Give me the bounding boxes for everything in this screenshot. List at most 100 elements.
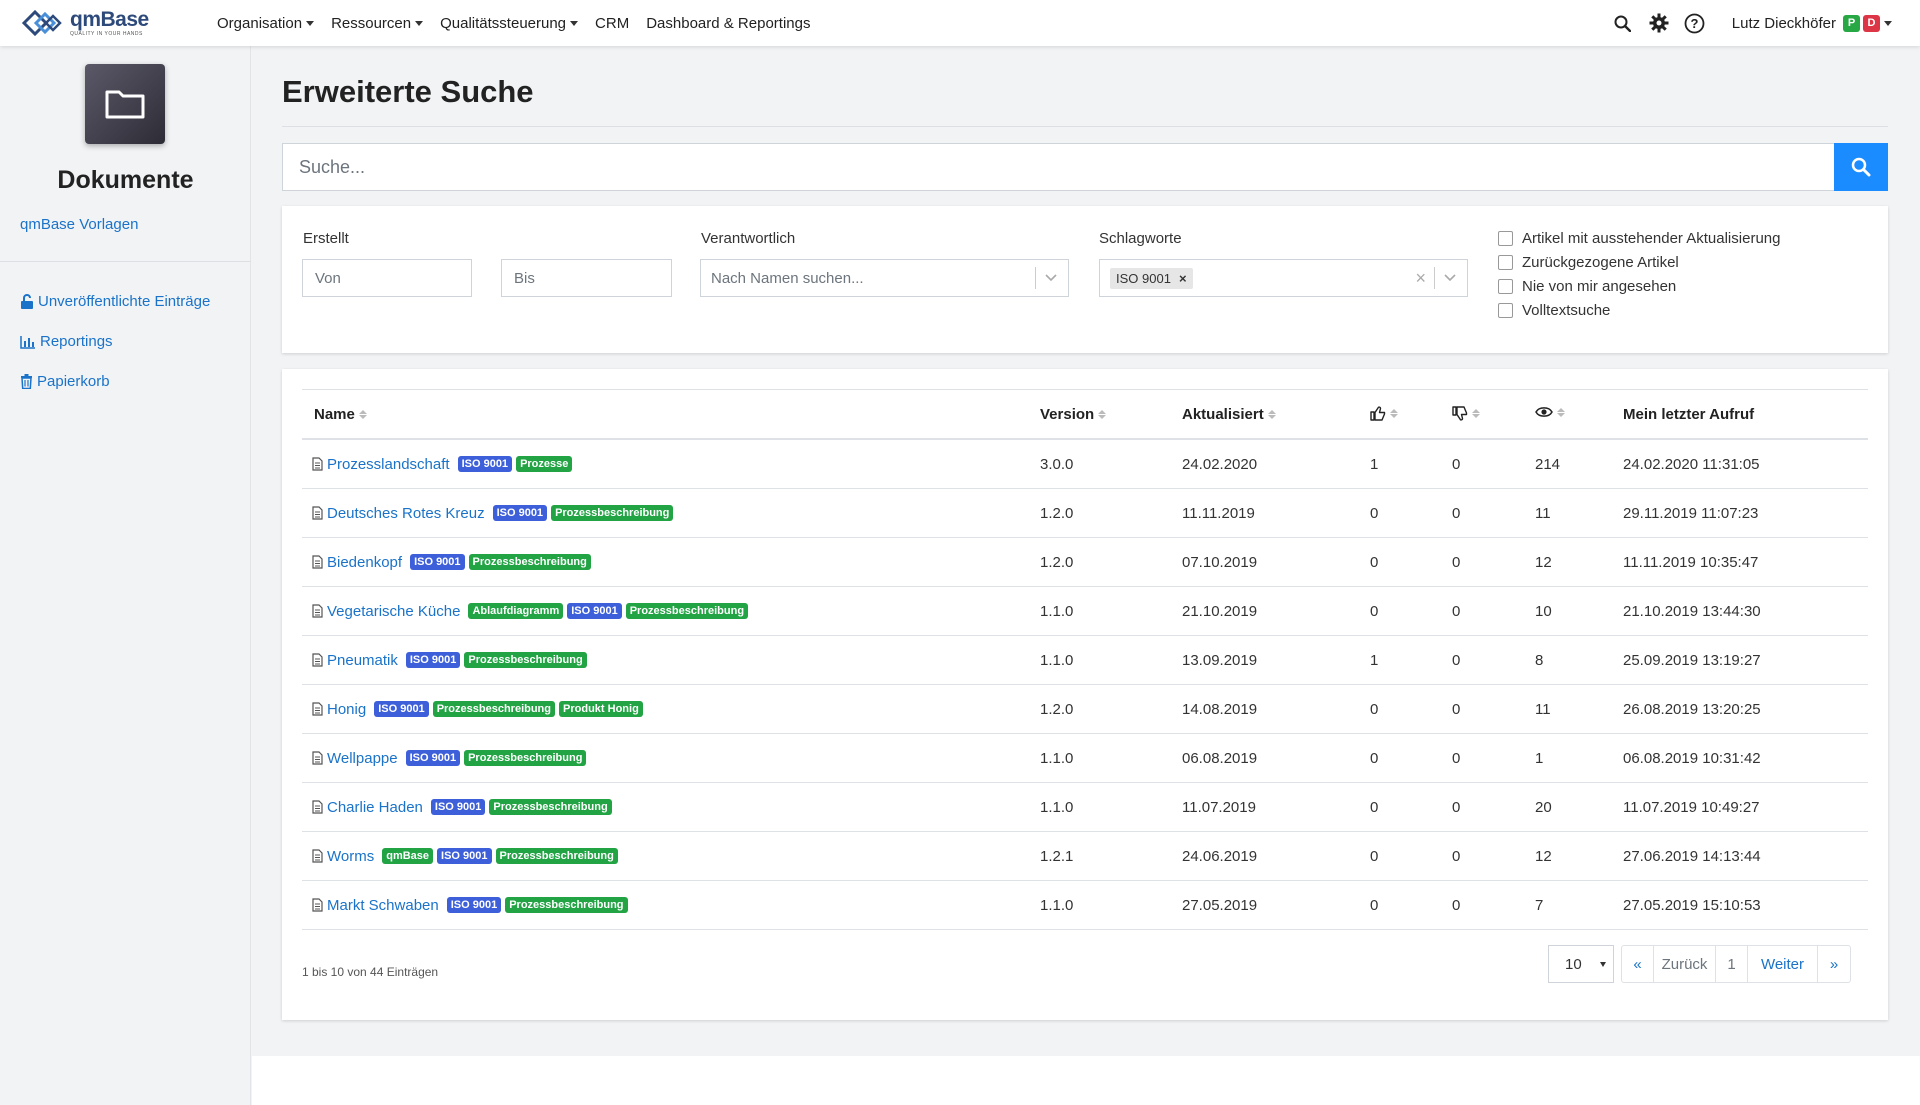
tag-badge[interactable]: Produkt Honig	[559, 701, 643, 717]
cell-version: 1.1.0	[1040, 651, 1074, 669]
tag-badge[interactable]: ISO 9001	[446, 897, 502, 913]
tag-badge[interactable]: ISO 9001	[430, 799, 486, 815]
tag-badge[interactable]: qmBase	[382, 848, 434, 864]
tag-badge[interactable]: Prozessbeschreibung	[551, 505, 674, 521]
tag-badge[interactable]: ISO 9001	[567, 603, 622, 619]
page-size-select[interactable]: 10	[1548, 945, 1614, 983]
table-row: Markt Schwaben ISO 9001 Prozessbeschreibun…	[302, 881, 1868, 930]
checkbox-never-viewed[interactable]: Nie von mir angesehen	[1498, 278, 1676, 295]
menu-ressourcen[interactable]: Ressourcen	[331, 15, 424, 32]
search-icon[interactable]	[1612, 12, 1634, 34]
cell-updated: 11.07.2019	[1182, 798, 1256, 816]
user-badge-p: P	[1843, 14, 1860, 32]
checkbox[interactable]	[1498, 255, 1513, 270]
tag-badge[interactable]: Prozessbeschreibung	[464, 652, 587, 668]
chip-remove-icon[interactable]: ×	[1179, 271, 1187, 286]
sidebar-item-reportings[interactable]: Reportings	[20, 333, 113, 350]
search-input[interactable]	[282, 143, 1834, 191]
document-link[interactable]: Charlie Haden	[327, 799, 423, 816]
col-header-updated[interactable]: Aktualisiert	[1182, 406, 1276, 423]
document-link[interactable]: Wellpappe	[327, 750, 398, 767]
document-link[interactable]: Honig	[327, 701, 366, 718]
table-row: Biedenkopf ISO 9001 Prozessbeschreibung 1.2…	[302, 538, 1868, 587]
keywords-select[interactable]: ISO 9001 × ×	[1099, 259, 1468, 297]
tag-badge[interactable]: Ablaufdiagramm	[468, 603, 564, 619]
tag-badge[interactable]: ISO 9001	[410, 554, 465, 570]
col-header-dislikes[interactable]	[1452, 406, 1480, 421]
tag-badge[interactable]: Prozessbeschreibung	[505, 897, 628, 913]
cell-name: Charlie Haden ISO 9001 Prozessbeschreibung	[312, 783, 612, 831]
col-header-name[interactable]: Name	[314, 406, 367, 423]
user-menu[interactable]: Lutz Dieckhöfer P D	[1732, 14, 1892, 32]
document-link[interactable]: Prozesslandschaft	[327, 456, 450, 473]
checkbox[interactable]	[1498, 303, 1513, 318]
tag-badge[interactable]: Prozessbeschreibung	[495, 848, 618, 864]
cell-likes: 0	[1370, 504, 1379, 522]
cell-likes: 0	[1370, 847, 1379, 865]
menu-label: Qualitätssteuerung	[440, 14, 567, 32]
clear-icon[interactable]: ×	[1415, 268, 1426, 289]
tag-badge[interactable]: Prozessbeschreibung	[464, 750, 587, 766]
col-header-views[interactable]	[1535, 406, 1565, 418]
search-button[interactable]	[1834, 143, 1888, 191]
keyword-chip: ISO 9001 ×	[1110, 267, 1193, 289]
help-circle-icon[interactable]: ?	[1684, 12, 1706, 34]
eye-icon	[1535, 407, 1553, 417]
sidebar-subtitle-link[interactable]: qmBase Vorlagen	[20, 216, 138, 233]
page-prev-button[interactable]: Zurück	[1654, 946, 1716, 982]
checkbox[interactable]	[1498, 231, 1513, 246]
checkbox-pending-update[interactable]: Artikel mit ausstehender Aktualisierung	[1498, 230, 1780, 247]
tag-badge[interactable]: Prozessbeschreibung	[625, 603, 749, 619]
menu-crm[interactable]: CRM	[595, 15, 629, 32]
responsible-select[interactable]: Nach Namen suchen...	[700, 259, 1069, 297]
document-icon	[312, 604, 323, 618]
cell-name: Pneumatik ISO 9001 Prozessbeschreibung	[312, 636, 587, 684]
tag-badge[interactable]: Prozessbeschreibung	[468, 554, 591, 570]
cell-last-view: 06.08.2019 10:31:42	[1623, 749, 1761, 767]
gear-icon[interactable]	[1648, 12, 1670, 34]
checkbox-fulltext[interactable]: Volltextsuche	[1498, 302, 1610, 319]
page-last-button[interactable]: »	[1818, 946, 1850, 982]
tag-badge[interactable]: ISO 9001	[374, 701, 429, 717]
document-link[interactable]: Biedenkopf	[327, 554, 402, 571]
col-header-likes[interactable]	[1370, 406, 1398, 421]
menu-qualitaetssteuerung[interactable]: Qualitätssteuerung	[440, 14, 579, 32]
date-from-input[interactable]: Von	[302, 259, 472, 297]
document-link[interactable]: Worms	[327, 848, 374, 865]
page-current-button[interactable]: 1	[1716, 946, 1748, 982]
document-link[interactable]: Markt Schwaben	[327, 897, 439, 914]
cell-likes: 0	[1370, 553, 1379, 571]
cell-name: Biedenkopf ISO 9001 Prozessbeschreibung	[312, 538, 591, 586]
date-to-input[interactable]: Bis	[501, 259, 672, 297]
document-link[interactable]: Deutsches Rotes Kreuz	[327, 505, 485, 522]
logo[interactable]: qmBase QUALITY IN YOUR HANDS	[20, 8, 195, 38]
checkbox-withdrawn[interactable]: Zurückgezogene Artikel	[1498, 254, 1679, 271]
select-separator	[1434, 267, 1435, 289]
tag-badge[interactable]: ISO 9001	[405, 750, 461, 766]
page-first-button[interactable]: «	[1622, 946, 1654, 982]
document-link[interactable]: Pneumatik	[327, 652, 398, 669]
document-link[interactable]: Vegetarische Küche	[327, 603, 460, 620]
sidebar-item-unpublished[interactable]: Unveröffentlichte Einträge	[20, 293, 210, 310]
cell-name: Wellpappe ISO 9001 Prozessbeschreibung	[312, 734, 587, 782]
page-next-button[interactable]: Weiter	[1748, 946, 1818, 982]
tag-badge[interactable]: ISO 9001	[437, 848, 492, 864]
tag-badge[interactable]: ISO 9001	[457, 456, 513, 472]
tag-badge[interactable]: ISO 9001	[492, 505, 548, 521]
sidebar-item-trash[interactable]: Papierkorb	[20, 373, 110, 390]
user-badge-d: D	[1863, 14, 1880, 32]
menu-dashboard-reportings[interactable]: Dashboard & Reportings	[646, 15, 810, 32]
caret-down-icon	[415, 20, 424, 26]
cell-views: 11	[1535, 700, 1551, 718]
chevron-down-icon	[1444, 274, 1456, 282]
table-top-rule	[302, 389, 1868, 390]
tag-badge[interactable]: Prozessbeschreibung	[489, 799, 612, 815]
menu-organisation[interactable]: Organisation	[217, 15, 315, 32]
cell-views: 10	[1535, 602, 1552, 620]
tag-badge[interactable]: ISO 9001	[405, 652, 461, 668]
tag-badge[interactable]: Prozesse	[516, 456, 573, 472]
cell-version: 1.2.0	[1040, 553, 1074, 571]
checkbox[interactable]	[1498, 279, 1513, 294]
col-header-version[interactable]: Version	[1040, 406, 1107, 423]
tag-badge[interactable]: Prozessbeschreibung	[432, 701, 556, 717]
